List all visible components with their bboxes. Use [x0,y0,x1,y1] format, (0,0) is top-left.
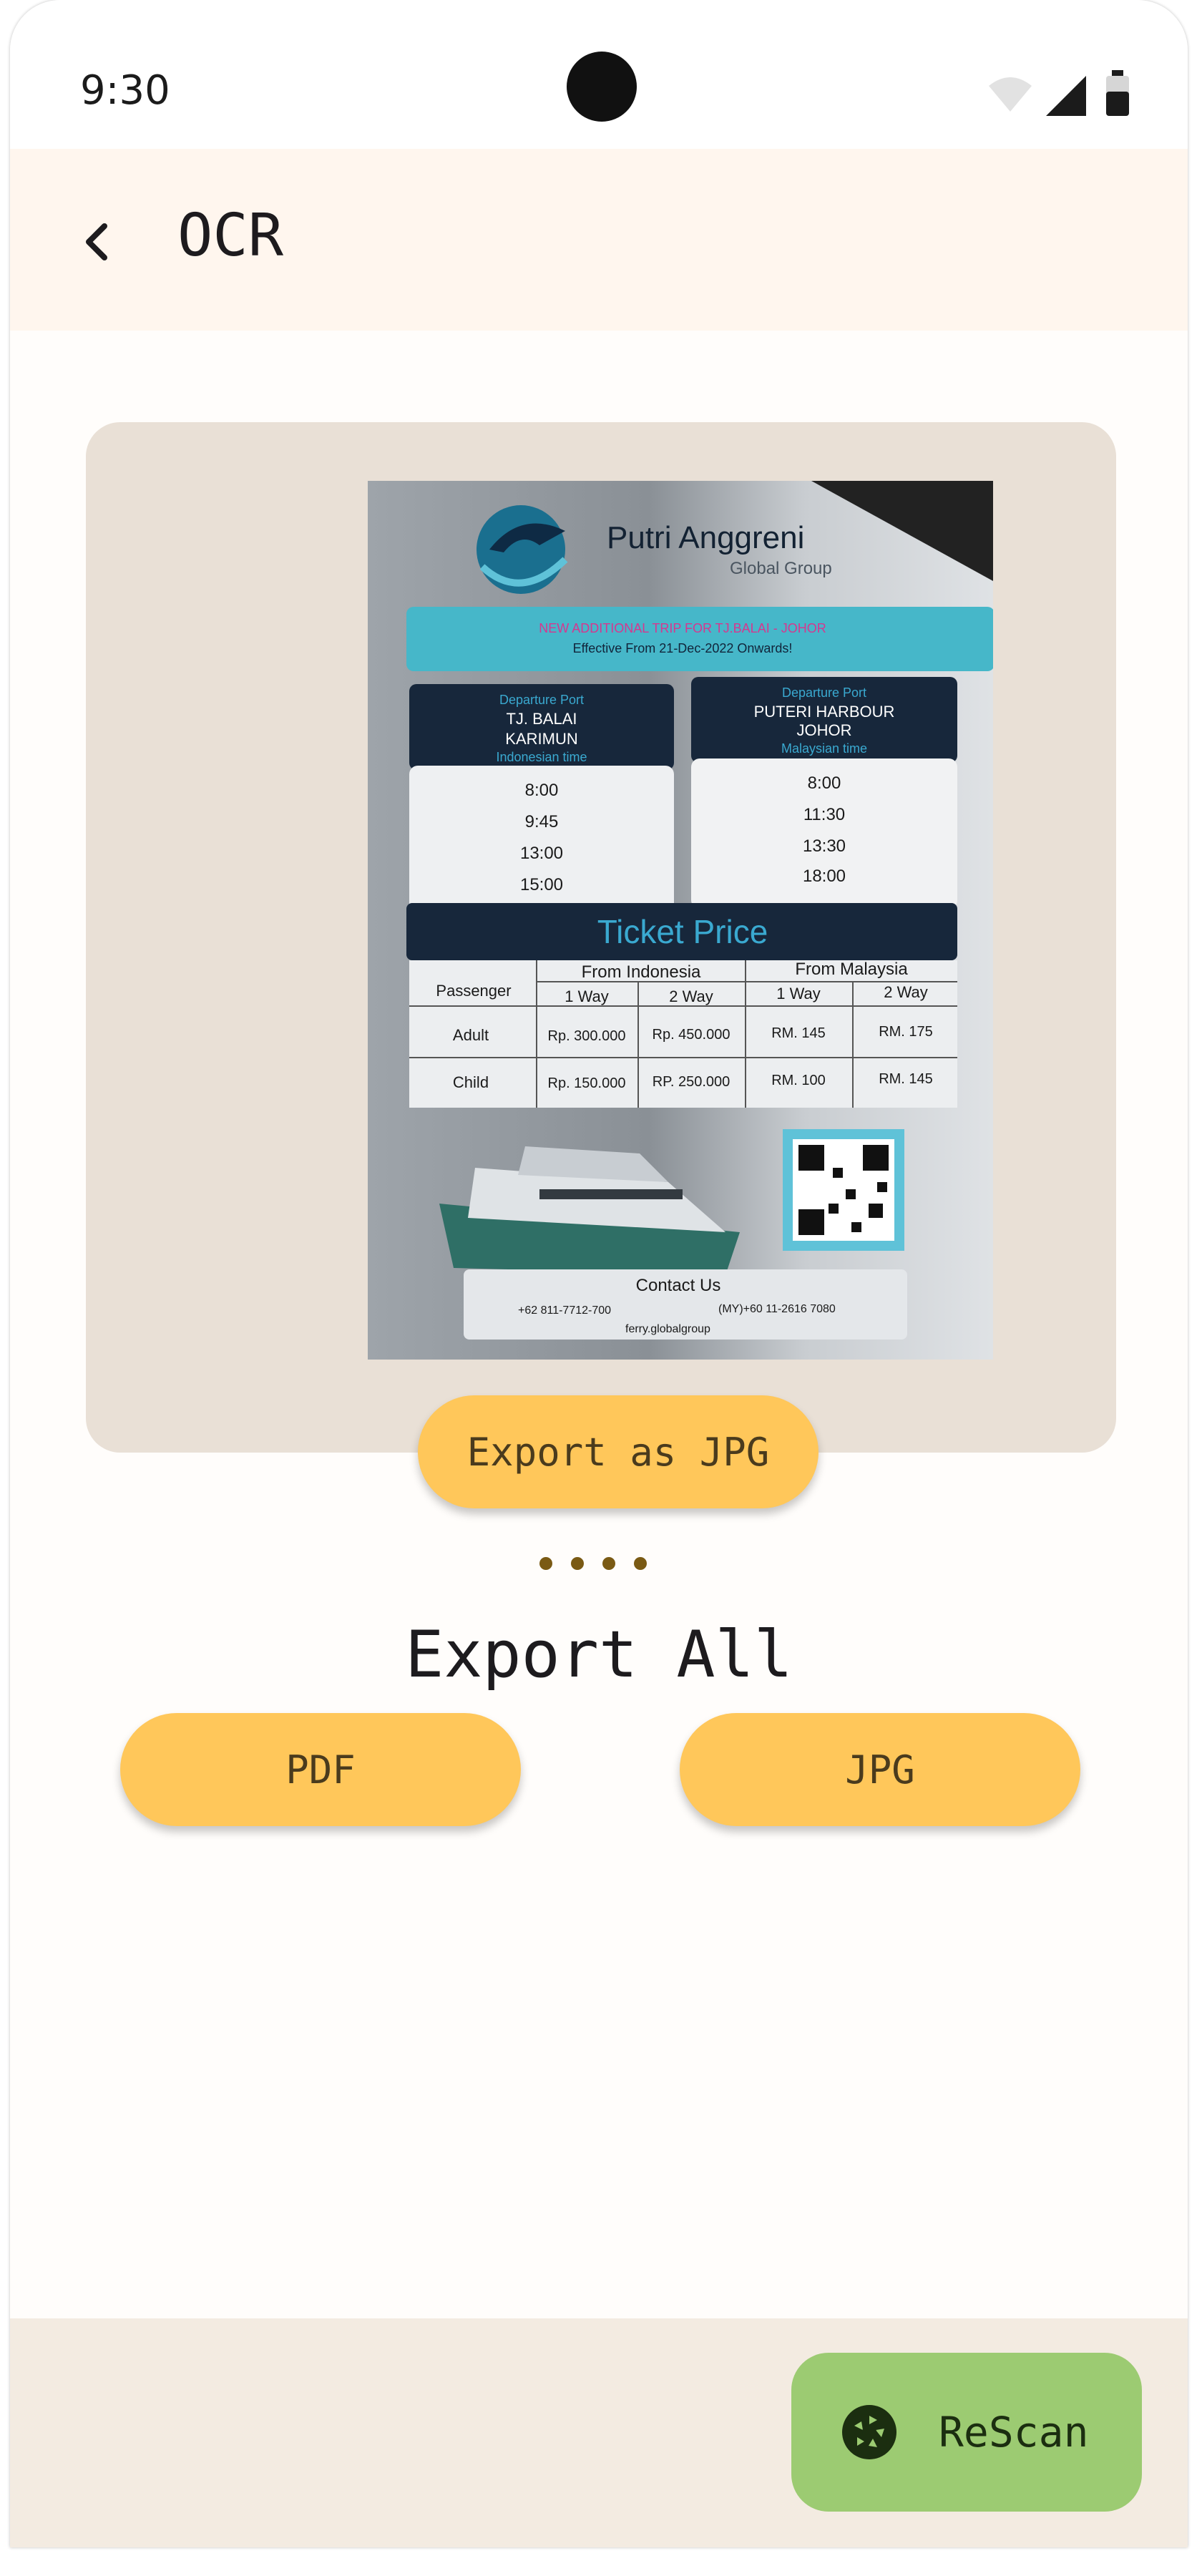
page-dot [571,1557,584,1570]
page-title: OCR [177,202,284,270]
doc-cell: Rp. 150.000 [548,1075,626,1091]
page-dot [602,1557,615,1570]
wifi-icon [989,77,1032,112]
doc-brand: Putri Anggreni [607,520,804,555]
battery-icon [1106,70,1129,116]
doc-cell: RM. 145 [771,1025,826,1041]
export-all-title: Export All [405,1617,793,1692]
doc-phone-idn: +62 811-7712-700 [518,1304,611,1317]
doc-right-note: Malaysian time [781,741,867,756]
doc-cell: Rp. 300.000 [548,1028,626,1044]
doc-right-name1: PUTERI HARBOUR [754,703,895,721]
brand-logo [477,505,568,594]
doc-row-label: Adult [453,1026,489,1044]
app-bar: OCR [10,149,1188,331]
doc-left-note: Indonesian time [496,750,587,764]
doc-social: ferry.globalgroup [625,1323,710,1335]
scan-preview-card: Putri Anggreni Global Group NEW ADDITION… [86,422,1116,1453]
doc-left-label: Departure Port [499,693,584,707]
phone-screen: 9:30 OCR Putri Anggreni Global Group NEW… [10,0,1188,2547]
status-time: 9:30 [80,67,170,114]
doc-cell: RM. 100 [771,1073,826,1088]
doc-cell: RP. 250.000 [653,1074,731,1090]
doc-left-time: 8:00 [525,781,559,800]
scanned-document-image[interactable]: Putri Anggreni Global Group NEW ADDITION… [368,481,993,1360]
doc-left-time: 13:00 [520,844,563,863]
doc-head-one-way: 1 Way [776,985,821,1002]
doc-right-time: 13:30 [803,836,846,856]
doc-row-label: Child [453,1073,489,1091]
doc-head-passenger: Passenger [436,982,511,1000]
camera-shutter-icon [842,2405,896,2459]
doc-right-time: 8:00 [808,774,841,793]
doc-head-from-indonesia: From Indonesia [582,962,701,982]
doc-cell: RM. 145 [879,1071,933,1087]
doc-right-time: 11:30 [803,805,845,824]
export-all-pdf-button[interactable]: PDF [120,1713,521,1826]
doc-banner-line2: Effective From 21-Dec-2022 Onwards! [573,641,793,655]
doc-left-time: 9:45 [525,812,559,831]
rescan-button[interactable]: ReScan [791,2353,1142,2512]
doc-banner-line1: NEW ADDITIONAL TRIP FOR TJ.BALAI - JOHOR [539,621,826,635]
doc-left-time: 15:00 [520,875,563,894]
rescan-label: ReScan [939,2408,1089,2457]
page-dot [634,1557,647,1570]
bottom-bar: ReScan [10,2318,1188,2547]
doc-cell: RM. 175 [879,1024,933,1040]
doc-right-label: Departure Port [782,686,866,700]
page-indicator [539,1557,647,1570]
signal-icon [1046,76,1086,116]
page-dot [539,1557,552,1570]
doc-phone-my: (MY)+60 11-2616 7080 [718,1303,836,1315]
doc-left-name2: KARIMUN [505,730,577,748]
doc-head-two-way: 2 Way [669,987,713,1005]
doc-right-time: 18:00 [803,867,846,886]
doc-contact-title: Contact Us [636,1276,721,1295]
front-camera [567,52,637,122]
export-all-jpg-button[interactable]: JPG [680,1713,1080,1826]
doc-head-from-malaysia: From Malaysia [795,960,908,979]
chevron-left-icon [86,223,107,260]
doc-right-name2: JOHOR [797,721,852,739]
status-bar: 9:30 [10,0,1188,149]
doc-head-one-way: 1 Way [565,987,609,1005]
doc-price-title: Ticket Price [597,913,768,950]
back-button[interactable] [60,206,132,278]
doc-head-two-way: 2 Way [884,983,928,1001]
doc-left-name1: TJ. BALAI [506,710,577,728]
export-as-jpg-button[interactable]: Export as JPG [418,1395,819,1508]
doc-cell: Rp. 450.000 [653,1027,731,1043]
qr-code [783,1129,904,1251]
doc-brand-sub: Global Group [730,559,832,578]
